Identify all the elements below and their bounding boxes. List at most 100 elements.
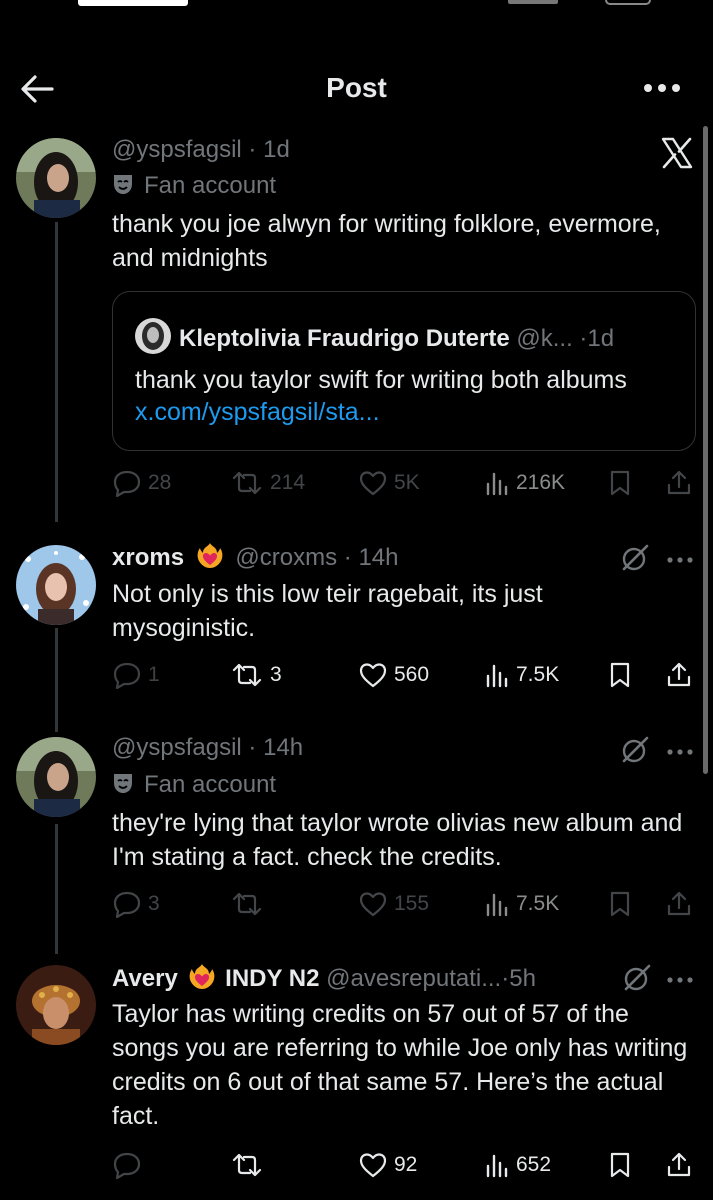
post-text: Taylor has writing credits on 57 out of …	[112, 1000, 688, 1130]
more-horizontal-icon	[667, 749, 693, 755]
heart-icon	[359, 471, 387, 496]
share-icon	[667, 891, 691, 916]
repost-button[interactable]	[230, 1148, 270, 1182]
share-icon	[667, 470, 691, 495]
views-chart-icon	[486, 1154, 508, 1178]
post-actions: 92 652	[112, 1148, 702, 1182]
like-button[interactable]: 5K	[358, 466, 420, 500]
user-handle[interactable]: @croxms	[235, 544, 337, 571]
post-text: thank you joe alwyn for writing folklore…	[112, 210, 661, 272]
post-text: Not only is this low teir ragebait, its …	[112, 580, 543, 642]
views-button[interactable]: 652	[484, 1148, 551, 1182]
post-actions: 1 3 560 7.5K	[112, 658, 702, 692]
user-name[interactable]: Avery	[112, 965, 178, 992]
post-more-button[interactable]	[666, 972, 694, 990]
views-chart-icon	[486, 664, 508, 688]
user-handle[interactable]: @avesreputati...	[326, 965, 501, 992]
repost-button[interactable]: 214	[230, 466, 305, 500]
post-meta: @yspsfagsil · 1d	[112, 136, 290, 164]
post-time[interactable]: 14h	[358, 544, 398, 571]
more-horizontal-icon	[667, 557, 693, 563]
bookmark-button[interactable]	[608, 887, 632, 921]
user-handle[interactable]: @yspsfagsil	[112, 734, 242, 761]
status-time	[78, 0, 188, 6]
post-actions: 3 155 7.5K	[112, 887, 702, 921]
post-meta: xroms @croxms · 14h	[112, 541, 398, 572]
top-bar: Post	[0, 60, 713, 116]
post-more-button[interactable]	[666, 552, 694, 570]
like-button[interactable]: 155	[358, 887, 429, 921]
quoted-post-text: thank you taylor swift for writing both …	[135, 366, 627, 426]
signal-icon	[508, 0, 558, 4]
grok-icon[interactable]	[620, 543, 650, 578]
status-bar	[0, 0, 713, 14]
reply-icon	[113, 470, 141, 497]
post-time[interactable]: 1d	[263, 136, 290, 163]
views-chart-icon	[486, 472, 508, 496]
heart-on-fire-icon	[197, 543, 223, 568]
grok-icon[interactable]	[622, 963, 652, 998]
views-button[interactable]: 216K	[484, 466, 565, 500]
quoted-user-handle: @k...	[516, 325, 573, 352]
repost-button[interactable]	[230, 887, 270, 921]
heart-icon	[359, 663, 387, 688]
quoted-time: 1d	[587, 325, 615, 352]
thread-connector	[55, 222, 58, 522]
post-more-button[interactable]	[666, 744, 694, 762]
user-name[interactable]: xroms	[112, 544, 184, 571]
post-meta: Avery INDY N2 @avesreputati...·5h	[112, 962, 536, 993]
reply-icon	[113, 662, 141, 689]
reply-button[interactable]	[112, 1148, 148, 1182]
views-chart-icon	[486, 893, 508, 917]
post-meta: @yspsfagsil · 14h	[112, 734, 304, 761]
repost-button[interactable]: 3	[230, 658, 282, 692]
share-button[interactable]	[666, 887, 692, 921]
bookmark-button[interactable]	[608, 1148, 632, 1182]
reply-button[interactable]: 1	[112, 658, 160, 692]
theater-mask-icon	[114, 774, 132, 793]
views-button[interactable]: 7.5K	[484, 887, 559, 921]
repost-icon	[232, 663, 262, 687]
heart-on-fire-icon	[189, 964, 214, 989]
share-button[interactable]	[666, 658, 692, 692]
share-icon	[667, 662, 691, 687]
quoted-link[interactable]: x.com/yspsfagsil/sta...	[135, 398, 380, 426]
user-handle[interactable]: @yspsfagsil	[112, 136, 242, 163]
reply-icon	[113, 1152, 141, 1179]
post-text: they're lying that taylor wrote olivias …	[112, 809, 683, 871]
page-title: Post	[326, 72, 387, 103]
share-button[interactable]	[666, 1148, 692, 1182]
like-button[interactable]: 92	[358, 1148, 417, 1182]
more-horizontal-icon	[644, 84, 680, 92]
repost-icon	[232, 471, 262, 495]
reply-button[interactable]: 28	[112, 466, 171, 500]
thread-connector	[55, 824, 58, 954]
bookmark-icon	[610, 662, 630, 688]
repost-icon	[232, 1153, 262, 1177]
bookmark-button[interactable]	[608, 658, 632, 692]
grok-icon[interactable]	[620, 735, 650, 770]
user-name-suffix: INDY N2	[225, 965, 320, 992]
reply-button[interactable]: 3	[112, 887, 160, 921]
scrollbar[interactable]	[703, 126, 708, 774]
fan-account-label: Fan account	[112, 172, 276, 200]
quoted-post[interactable]: Kleptolivia Fraudrigo Duterte @k... ·1d …	[112, 291, 696, 451]
bookmark-button[interactable]	[608, 466, 632, 500]
more-horizontal-icon	[667, 977, 693, 983]
more-options-button[interactable]	[640, 76, 684, 100]
avatar[interactable]	[16, 138, 96, 218]
share-icon	[667, 1152, 691, 1177]
heart-icon	[359, 892, 387, 917]
quoted-avatar	[135, 318, 171, 354]
avatar[interactable]	[16, 737, 96, 817]
fan-account-label: Fan account	[112, 771, 276, 799]
quoted-post-meta: Kleptolivia Fraudrigo Duterte @k... ·1d	[135, 318, 614, 354]
views-button[interactable]: 7.5K	[484, 658, 559, 692]
avatar[interactable]	[16, 545, 96, 625]
post-time[interactable]: 14h	[263, 734, 303, 761]
post-time[interactable]: 5h	[509, 965, 536, 992]
share-button[interactable]	[666, 466, 692, 500]
like-button[interactable]: 560	[358, 658, 429, 692]
repost-icon	[232, 892, 262, 916]
avatar[interactable]	[16, 965, 96, 1045]
